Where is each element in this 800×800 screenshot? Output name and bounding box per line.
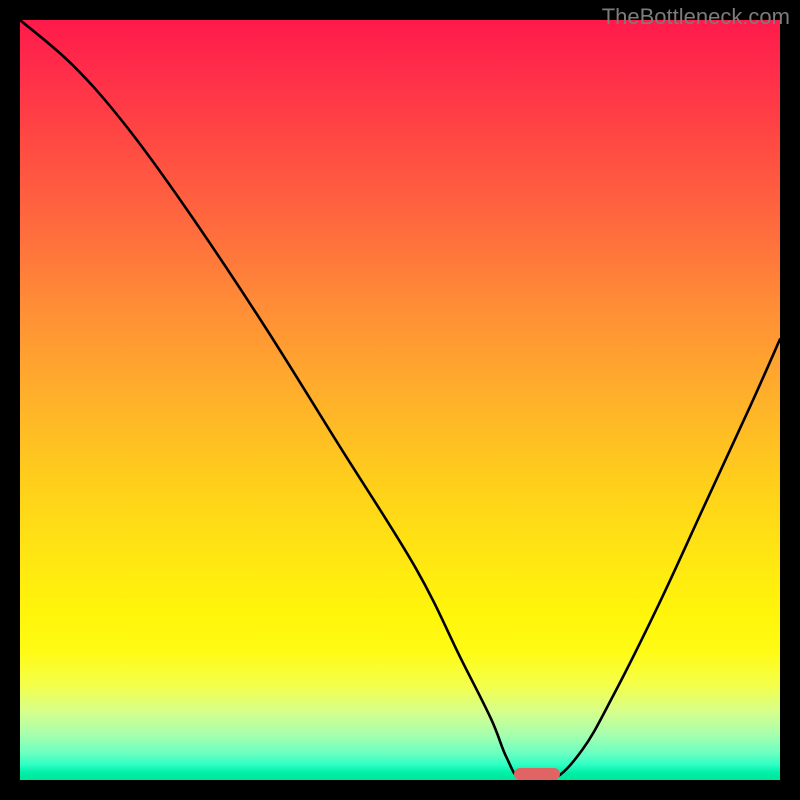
plot-area xyxy=(20,20,780,780)
chart-frame: TheBottleneck.com xyxy=(0,0,800,800)
optimal-marker xyxy=(514,768,560,780)
watermark-text: TheBottleneck.com xyxy=(602,4,790,30)
bottleneck-curve xyxy=(20,20,780,780)
